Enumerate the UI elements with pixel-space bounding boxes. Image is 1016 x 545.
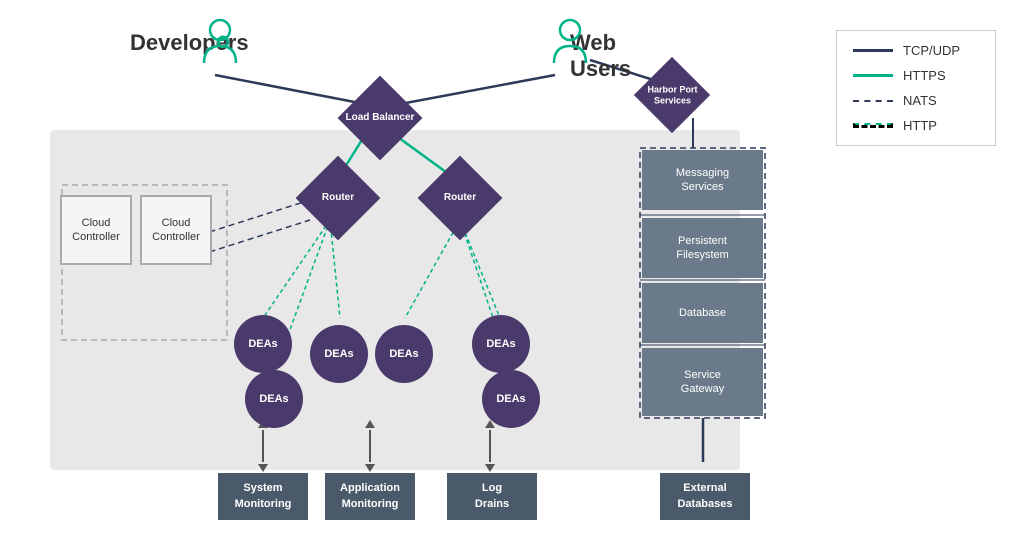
router2-label: Router bbox=[425, 192, 495, 204]
log-drains-box: Log Drains bbox=[447, 473, 537, 520]
https-line-icon bbox=[853, 74, 893, 77]
dea-circle-5: DEAs bbox=[472, 315, 530, 373]
diagram-area: TCP/UDP HTTPS NATS HTTP bbox=[0, 0, 1016, 545]
cloud-controller-1: Cloud Controller bbox=[60, 195, 132, 265]
background-zone bbox=[50, 130, 740, 470]
persistent-filesystem-box: Persistent Filesystem bbox=[642, 218, 763, 278]
dea-circle-4: DEAs bbox=[375, 325, 433, 383]
http-label: HTTP bbox=[903, 118, 937, 133]
legend-nats: NATS bbox=[853, 93, 979, 108]
harbor-diamond: Harbor Port Services bbox=[634, 57, 710, 133]
tcp-label: TCP/UDP bbox=[903, 43, 960, 58]
service-gateway-box: Service Gateway bbox=[642, 348, 763, 416]
app-monitoring-box: Application Monitoring bbox=[325, 473, 415, 520]
cloud-controllers-group: Cloud Controller Cloud Controller bbox=[60, 195, 212, 265]
https-label: HTTPS bbox=[903, 68, 946, 83]
external-databases-box: External Databases bbox=[660, 473, 750, 520]
web-users-person-icon bbox=[550, 18, 590, 68]
cloud-controller-2: Cloud Controller bbox=[140, 195, 212, 265]
dea-circle-2: DEAs bbox=[310, 325, 368, 383]
nats-line-icon bbox=[853, 100, 893, 102]
messaging-services-box: Messaging Services bbox=[642, 150, 763, 210]
router1-label: Router bbox=[303, 192, 373, 204]
legend-tcp: TCP/UDP bbox=[853, 43, 979, 58]
nats-label: NATS bbox=[903, 93, 937, 108]
legend-http: HTTP bbox=[853, 118, 979, 133]
developer-person-icon bbox=[200, 18, 240, 68]
database-box: Database bbox=[642, 283, 763, 343]
dea-circle-1: DEAs bbox=[234, 315, 292, 373]
dea-circle-3: DEAs bbox=[245, 370, 303, 428]
tcp-line-icon bbox=[853, 49, 893, 52]
system-monitoring-box: System Monitoring bbox=[218, 473, 308, 520]
legend-https: HTTPS bbox=[853, 68, 979, 83]
legend: TCP/UDP HTTPS NATS HTTP bbox=[836, 30, 996, 146]
load-balancer-label: Load Balancer bbox=[345, 112, 415, 124]
http-line-icon bbox=[853, 123, 893, 128]
dea-circle-6: DEAs bbox=[482, 370, 540, 428]
harbor-label: Harbor Port Services bbox=[640, 84, 705, 106]
